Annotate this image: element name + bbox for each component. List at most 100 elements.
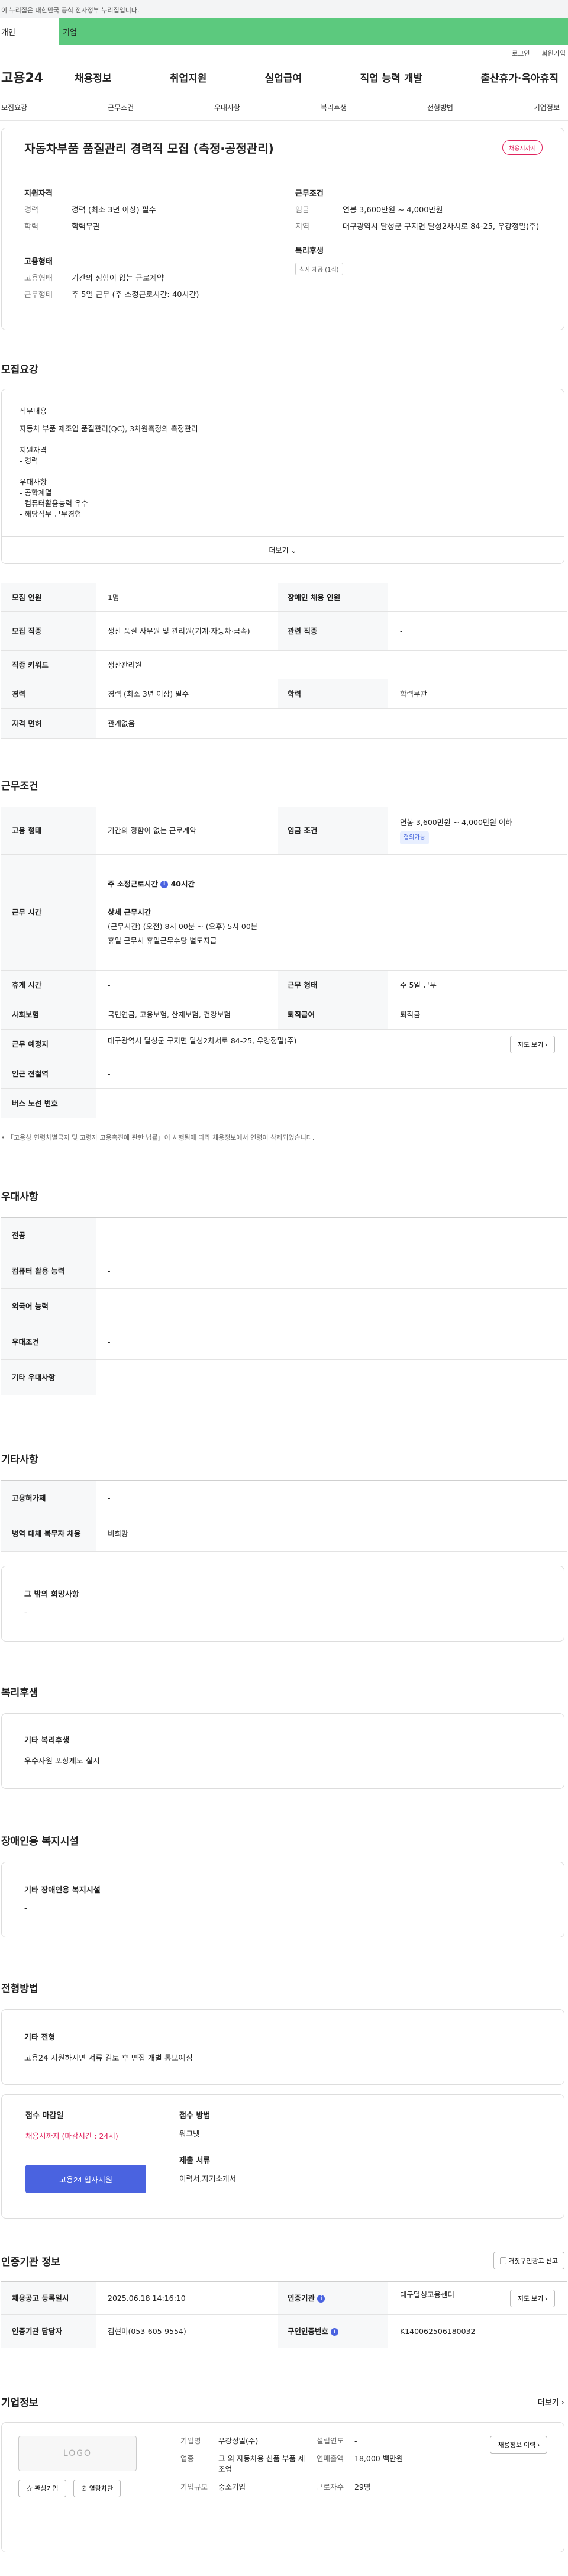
report-fake-ad-button[interactable]: ▢ 거짓구인광고 신고 xyxy=(493,2252,564,2269)
company-name: 우강정밀(주) xyxy=(218,2436,259,2445)
table-key: 근무 예정지 xyxy=(1,1029,96,1059)
info-icon[interactable]: i xyxy=(317,2294,325,2303)
company-size: 중소기업 xyxy=(218,2482,246,2491)
apply-button[interactable]: 고용24 입사지원 xyxy=(25,2165,146,2193)
job-title: 자동차부품 품질관리 경력직 모집 (측정·공정관리) xyxy=(24,141,274,156)
snb-item-company[interactable]: 기업정보 xyxy=(534,102,560,112)
chevron-down-icon: ⌄ xyxy=(291,546,297,554)
apply-card: 접수 마감일 채용시까지 (마감시간 : 24시) 고용24 입사지원 접수 방… xyxy=(1,2094,564,2219)
tab-personal[interactable]: 개인 xyxy=(0,18,59,45)
etc-heading: 기타사항 xyxy=(1,1454,38,1466)
block-view-button[interactable]: ⊘ 열람차단 xyxy=(73,2480,121,2497)
wage-cell: 연봉 3,600만원 ~ 4,000만원 이하 협의가능 xyxy=(388,807,567,855)
snb-item-work[interactable]: 근무조건 xyxy=(108,102,134,112)
table-key: 임금 조건 xyxy=(278,807,388,855)
snb-item-process[interactable]: 전형방법 xyxy=(427,102,453,112)
hours-holiday-text: 휴일 근무시 휴일근무수당 별도지급 xyxy=(108,936,217,945)
company-key: 업종 xyxy=(180,2454,195,2463)
snb-item-recruit[interactable]: 모집요강 xyxy=(1,102,27,112)
gnb-item-unemployment-benefit[interactable]: 실업급여 xyxy=(265,70,302,85)
method-title: 접수 방법 xyxy=(179,2111,211,2120)
gnb-item-employment-support[interactable]: 취업지원 xyxy=(170,70,207,85)
more-button[interactable]: 더보기 ⌄ xyxy=(2,536,564,563)
place-cell: 대구광역시 달성군 구지면 달성2차서로 84-25, 우강정밀(주) 지도 보기… xyxy=(96,1029,567,1059)
tab-business[interactable]: 기업 xyxy=(59,18,568,45)
job-history-button[interactable]: 채용정보 이력 › xyxy=(490,2436,547,2454)
disabled-box-title: 기타 장애인용 복지시설 xyxy=(24,1886,101,1895)
preference-table: 전공 - 컴퓨터 활용 능력 - 외국어 능력 - 우대조건 - 기타 우대사항 - xyxy=(1,1217,567,1395)
summary-key: 임금 xyxy=(295,206,309,215)
summary-value: 연봉 3,600만원 ~ 4,000만원 xyxy=(343,206,443,215)
qualification-heading: 지원자격 xyxy=(24,189,53,198)
table-value: - xyxy=(388,583,567,612)
summary-key: 근무형태 xyxy=(24,291,53,299)
table-value: 2025.06.18 14:16:10 xyxy=(96,2281,278,2315)
process-box-value: 고용24 지원하시면 서류 검토 후 면접 개별 통보예정 xyxy=(24,2054,193,2063)
gnb-item-skills[interactable]: 직업 능력 개발 xyxy=(360,70,422,85)
bullet-icon: • xyxy=(1,1134,7,1142)
table-key: 고용허가제 xyxy=(1,1480,96,1516)
table-key: 고용 형태 xyxy=(1,807,96,855)
job-summary-card: 자동차부품 품질관리 경력직 모집 (측정·공정관리) 채용시까지 지원자격 경… xyxy=(1,128,564,330)
welfare-chip: 식사 제공 (1식) xyxy=(295,263,343,275)
snb-item-preference[interactable]: 우대사항 xyxy=(214,102,240,112)
table-row: 근무 시간 주 소정근로시간 i 40시간 상세 근무시간 (근무시간) (오전… xyxy=(1,854,567,971)
snb-item-benefit[interactable]: 복리후생 xyxy=(321,102,347,112)
table-row: 버스 노선 번호 - xyxy=(1,1088,567,1118)
company-key: 근로자수 xyxy=(317,2482,344,2491)
table-row: 근무 예정지 대구광역시 달성군 구지면 달성2차서로 84-25, 우강정밀(주… xyxy=(1,1029,567,1059)
table-key: 관련 직종 xyxy=(278,611,388,651)
table-row: 전공 - xyxy=(1,1217,567,1253)
gnb-item-leave[interactable]: 출산휴가·육아휴직 xyxy=(480,70,559,85)
company-info-grid: 기업명 우강정밀(주) 설립연도 - 업종 그 외 자동차용 신품 부품 제조업 연매… xyxy=(180,2436,431,2539)
gnb-item-jobs[interactable]: 채용정보 xyxy=(75,70,112,85)
company-more-link[interactable]: 더보기 › xyxy=(538,2396,564,2407)
cert-map-button[interactable]: 지도 보기 › xyxy=(509,2289,555,2307)
benefit-heading: 복리후생 xyxy=(1,1687,38,1699)
docs-value: 이력서,자기소개서 xyxy=(179,2174,236,2183)
duty-text: 자동차 부품 제조업 품질관리(QC), 3차원측정의 측정관리 xyxy=(20,424,198,433)
summary-value: 대구광역시 달성군 구지면 달성2차서로 84-25, 우강정밀(주) xyxy=(343,223,540,231)
disabled-box-value: - xyxy=(24,1904,27,1913)
table-value: - xyxy=(96,1217,567,1253)
table-key: 컴퓨터 활용 능력 xyxy=(1,1253,96,1289)
table-key: 모집 직종 xyxy=(1,611,96,651)
login-link[interactable]: 로그인 xyxy=(512,49,530,60)
disabled-facility-card: 기타 장애인용 복지시설 - xyxy=(1,1862,564,1937)
map-button[interactable]: 지도 보기 › xyxy=(509,1035,555,1053)
gov-notice-bar: 이 누리집은 대한민국 공식 전자정부 누리집입니다. xyxy=(0,0,568,18)
chevron-right-icon: › xyxy=(561,2398,564,2407)
table-value: 1명 xyxy=(96,583,278,612)
map-button-label: 지도 보기 xyxy=(517,2295,544,2303)
preference-section-heading: 우대사항 xyxy=(1,1191,38,1203)
table-value: - xyxy=(96,1288,567,1324)
company-key: 기업명 xyxy=(180,2436,201,2445)
table-key: 학력 xyxy=(278,679,388,709)
job-history-label: 채용정보 이력 xyxy=(498,2442,536,2449)
signup-link[interactable]: 회원가입 xyxy=(542,49,566,60)
info-icon[interactable]: i xyxy=(331,2327,339,2336)
place-value: 대구광역시 달성군 구지면 달성2차서로 84-25, 우강정밀(주) xyxy=(108,1036,297,1045)
table-row: 자격 면허 관계없음 xyxy=(1,708,567,739)
summary-key: 경력 xyxy=(24,206,38,215)
requirement-heading: 지원자격 xyxy=(20,446,47,454)
table-row: 모집 인원 1명 장애인 채용 인원 - xyxy=(1,583,567,612)
age-notice: • 「고용상 연령차별금지 및 고령자 고용촉진에 관한 법률」이 시행됨에 따… xyxy=(0,1133,568,1142)
benefit-card: 기타 복리후생 우수사원 포상제도 실시 xyxy=(1,1713,564,1789)
table-value: 학력무관 xyxy=(388,679,567,709)
process-card: 기타 전형 고용24 지원하시면 서류 검토 후 면접 개별 통보예정 xyxy=(1,2009,564,2085)
company-more-label: 더보기 xyxy=(537,2398,559,2407)
table-value: 생산 품질 사무원 및 관리원(기계·자동차·금속) xyxy=(96,611,278,651)
preference-item: - 해당직무 근무경험 xyxy=(20,510,82,518)
table-row: 인증기관 담당자 김현미(053-605-9554) 구인인증번호 i K140062… xyxy=(1,2314,567,2348)
site-logo[interactable]: 고용24 xyxy=(0,67,75,86)
company-card: LOGO ☆ 관심기업 ⊘ 열람차단 기업명 우강정밀(주) 설립연도 - 업종 그 … xyxy=(1,2422,564,2552)
benefit-box-value: 우수사원 포상제도 실시 xyxy=(24,1757,100,1766)
table-key: 사회보험 xyxy=(1,1000,96,1030)
company-sales: 18,000 백만원 xyxy=(354,2454,404,2463)
table-key: 우대조건 xyxy=(1,1324,96,1360)
favorite-company-button[interactable]: ☆ 관심기업 xyxy=(18,2480,66,2497)
info-icon[interactable]: i xyxy=(160,880,169,888)
table-row: 외국어 능력 - xyxy=(1,1288,567,1324)
cert-org-cell: 대구달성고용센터 지도 보기 › xyxy=(388,2281,567,2315)
